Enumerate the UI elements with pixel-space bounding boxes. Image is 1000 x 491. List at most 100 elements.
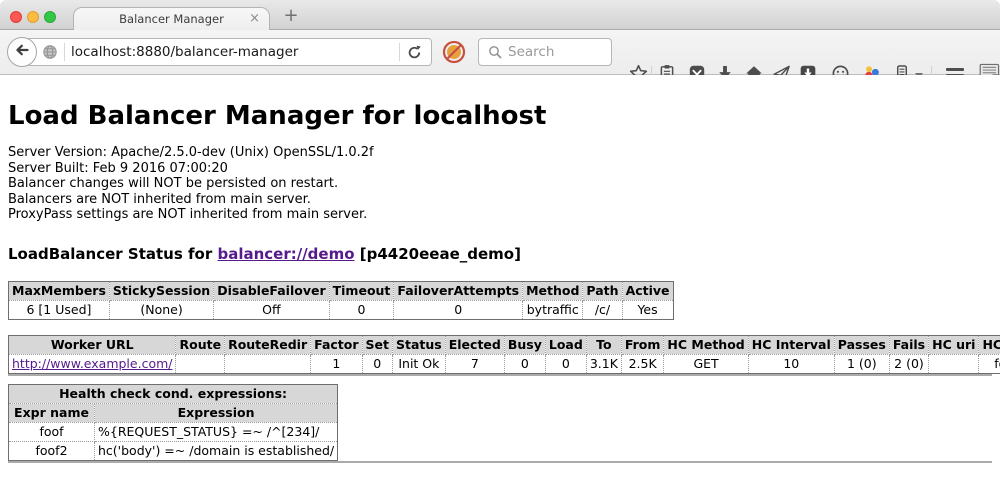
col-set: Set [362,335,392,354]
expression-cell: %{REQUEST_STATUS} =~ /^[234]/ [95,422,338,441]
col-passes: Passes [834,335,889,354]
hc-uri-cell [929,354,979,373]
col-expr-name: Expr name [9,403,95,422]
col-disablefailover: DisableFailover [214,281,329,300]
status-cell: Init Ok [393,354,446,373]
site-identity-globe-icon[interactable] [42,44,58,60]
col-timeout: Timeout [329,281,394,300]
col-worker-url: Worker URL [9,335,176,354]
col-elected: Elected [445,335,504,354]
heading-prefix: LoadBalancer Status for [8,245,217,263]
search-icon [488,45,502,59]
col-maxmembers: MaxMembers [9,281,110,300]
expr-name-cell: foof [9,422,95,441]
search-input[interactable] [508,44,598,60]
table-header-row: Worker URL Route RouteRedir Factor Set S… [9,335,1000,354]
hc-expr-cell: foof2 [979,354,1000,373]
health-row: foof %{REQUEST_STATUS} =~ /^[234]/ [9,422,338,441]
proxypass-note-line: ProxyPass settings are NOT inherited fro… [8,207,992,223]
fails-cell: 2 (0) [889,354,928,373]
col-stickysession: StickySession [109,281,213,300]
routeredir-cell [225,354,311,373]
col-busy: Busy [504,335,545,354]
expression-cell: hc('body') =~ /domain is established/ [95,441,338,460]
col-hc-method: HC Method [664,335,748,354]
col-path: Path [583,281,622,300]
heading-suffix: [p4420eeae_demo] [355,245,521,263]
close-tab-icon[interactable]: × [249,11,260,26]
urlbar-separator [399,43,400,61]
to-cell: 3.1K [586,354,621,373]
col-status: Status [393,335,446,354]
browser-window: Balancer Manager × + [0,0,1000,491]
set-cell: 0 [362,354,392,373]
maxmembers-value: 6 [1 Used] [9,300,110,319]
worker-row: http://www.example.com/ 1 0 Init Ok 7 0 … [9,354,1000,373]
active-value: Yes [622,300,673,319]
col-active: Active [622,281,673,300]
col-method: Method [523,281,583,300]
path-value: /c/ [583,300,622,319]
stickysession-value: (None) [109,300,213,319]
col-factor: Factor [311,335,362,354]
table-title-row: Health check cond. expressions: [9,384,338,403]
col-from: From [621,335,664,354]
page-content: Load Balancer Manager for localhost Serv… [0,75,1000,491]
section-divider [8,374,992,376]
content-blocked-icon[interactable] [441,39,467,65]
table-header-row: Expr name Expression [9,403,338,422]
col-to: To [586,335,621,354]
hc-method-cell: GET [664,354,748,373]
titlebar: Balancer Manager × + [0,0,1000,30]
busy-cell: 0 [504,354,545,373]
workers-table: Worker URL Route RouteRedir Factor Set S… [8,335,1000,374]
minimize-window-button[interactable] [27,11,39,23]
server-info: Server Version: Apache/2.5.0-dev (Unix) … [8,145,992,223]
hc-interval-cell: 10 [748,354,834,373]
factor-cell: 1 [311,354,362,373]
col-expression: Expression [95,403,338,422]
col-routeredir: RouteRedir [225,335,311,354]
persist-note-line: Balancer changes will NOT be persisted o… [8,176,992,192]
col-hc-uri: HC uri [929,335,979,354]
passes-cell: 1 (0) [834,354,889,373]
col-hc-interval: HC Interval [748,335,834,354]
loadbalancer-status-heading: LoadBalancer Status for balancer://demo … [8,245,992,263]
tab-balancer-manager[interactable]: Balancer Manager × [73,7,270,30]
back-button[interactable] [7,37,37,67]
page-title: Load Balancer Manager for localhost [8,101,992,131]
disablefailover-value: Off [214,300,329,319]
health-table-title: Health check cond. expressions: [9,384,338,403]
new-tab-button[interactable]: + [281,5,301,26]
url-bar[interactable] [22,38,432,66]
urlbar-separator [64,43,65,61]
health-check-table: Health check cond. expressions: Expr nam… [8,384,338,461]
col-fails: Fails [889,335,928,354]
search-bar[interactable] [478,38,612,66]
expr-name-cell: foof2 [9,441,95,460]
elected-cell: 7 [445,354,504,373]
navigation-toolbar [0,30,1000,75]
back-arrow-icon [14,42,30,62]
zoom-window-button[interactable] [44,11,56,23]
table-row: 6 [1 Used] (None) Off 0 0 bytraffic /c/ … [9,300,674,319]
table-header-row: MaxMembers StickySession DisableFailover… [9,281,674,300]
route-cell [176,354,225,373]
col-failoverattempts: FailoverAttempts [394,281,523,300]
col-route: Route [176,335,225,354]
failoverattempts-value: 0 [394,300,523,319]
worker-url-link[interactable]: http://www.example.com/ [12,356,172,371]
col-load: Load [545,335,586,354]
method-value: bytraffic [523,300,583,319]
reload-icon[interactable] [406,44,423,61]
url-input[interactable] [71,44,393,60]
server-built-line: Server Built: Feb 9 2016 07:00:20 [8,161,992,177]
server-version-line: Server Version: Apache/2.5.0-dev (Unix) … [8,145,992,161]
balancer-demo-link[interactable]: balancer://demo [217,245,354,263]
health-row: foof2 hc('body') =~ /domain is establish… [9,441,338,460]
from-cell: 2.5K [621,354,664,373]
page-bottom-divider [8,461,992,463]
close-window-button[interactable] [10,11,22,23]
col-hc-expr: HC Expr [979,335,1000,354]
balancer-params-table: MaxMembers StickySession DisableFailover… [8,281,674,320]
